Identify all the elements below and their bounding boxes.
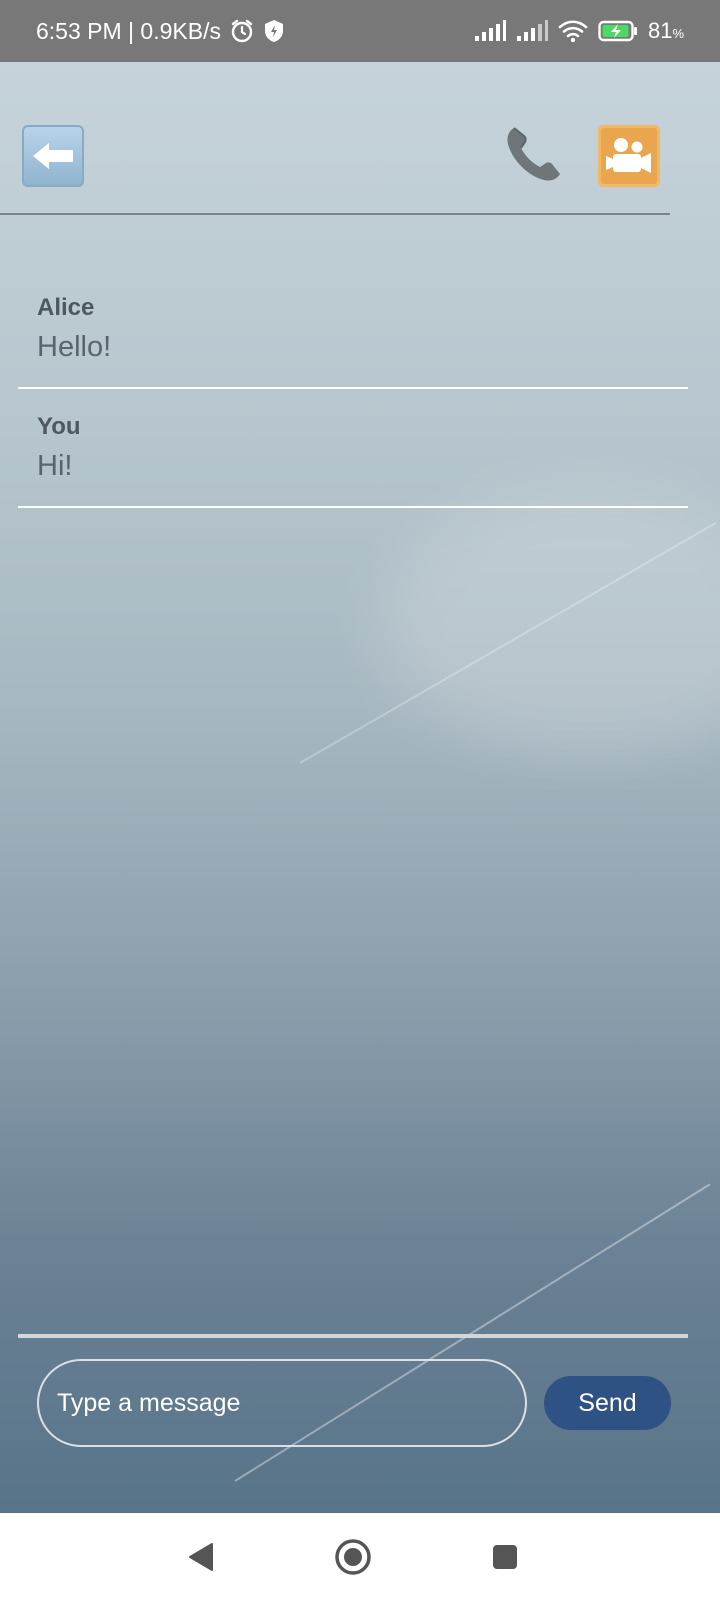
signal-icon-2: [516, 20, 548, 42]
send-button[interactable]: Send: [544, 1376, 671, 1430]
battery-unit: %: [672, 26, 684, 41]
chat-header: [0, 62, 720, 215]
message-input[interactable]: [37, 1359, 527, 1447]
recents-square-icon: [493, 1545, 517, 1569]
composer-divider: [18, 1334, 688, 1338]
message-sender: You: [37, 413, 81, 440]
nav-back-button[interactable]: [177, 1533, 225, 1581]
phone-icon: [507, 127, 560, 181]
battery-value: 81: [647, 18, 673, 43]
message-item: Alice Hello!: [18, 270, 688, 389]
system-nav-bar: [0, 1513, 720, 1600]
message-sender: Alice: [37, 294, 95, 321]
alarm-icon: [229, 18, 255, 44]
header-divider: [0, 213, 670, 215]
background-glow: [380, 492, 720, 752]
message-text: Hi!: [37, 450, 73, 482]
chat-screen: Alice Hello! You Hi! Send: [0, 62, 720, 1513]
back-triangle-icon: [189, 1543, 213, 1571]
video-camera-icon: [606, 138, 651, 173]
nav-home-button[interactable]: [329, 1533, 377, 1581]
status-right: 81%: [474, 18, 684, 44]
back-button[interactable]: [22, 125, 84, 187]
signal-icon: [474, 20, 506, 42]
call-button[interactable]: [500, 122, 566, 188]
message-item: You Hi!: [18, 389, 688, 508]
message-list: Alice Hello! You Hi!: [18, 270, 688, 508]
shield-icon: [263, 19, 285, 43]
battery-charging-icon: [598, 20, 638, 42]
battery-percentage: 81%: [648, 18, 684, 44]
left-arrow-icon: [33, 143, 73, 169]
background-streak: [299, 522, 717, 764]
nav-recents-button[interactable]: [481, 1533, 529, 1581]
status-bar: 6:53 PM | 0.9KB/s 81%: [0, 0, 720, 62]
message-text: Hello!: [37, 331, 112, 363]
status-left: 6:53 PM | 0.9KB/s: [36, 18, 285, 45]
wifi-icon: [558, 19, 588, 43]
home-circle-icon: [335, 1539, 371, 1575]
status-time-speed: 6:53 PM | 0.9KB/s: [36, 17, 221, 44]
video-call-button[interactable]: [598, 125, 660, 187]
